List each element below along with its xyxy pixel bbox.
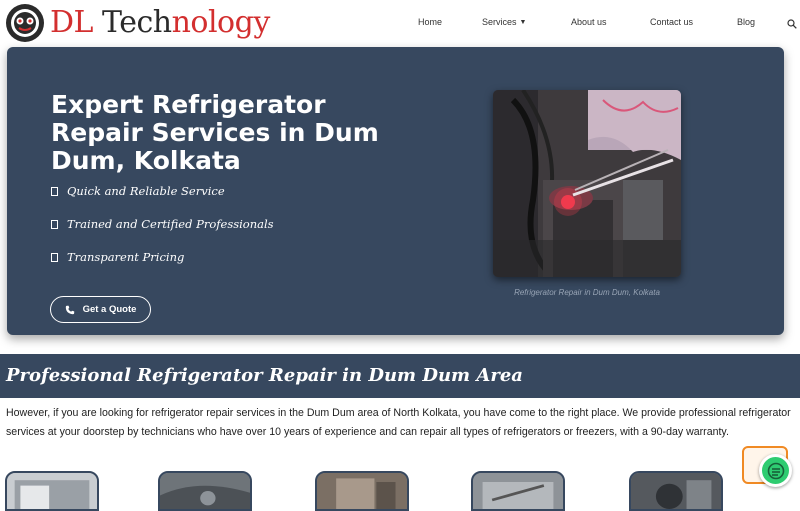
gallery-thumbnail[interactable] [629,471,723,511]
get-quote-button[interactable]: Get a Quote [50,296,151,323]
nav-services[interactable]: Services ▼ [482,17,526,27]
feature-label: Transparent Pricing [67,250,185,264]
feature-label: Quick and Reliable Service [67,184,225,198]
nav-about[interactable]: About us [571,17,607,27]
gallery-thumbnail[interactable] [5,471,99,511]
feature-item: Quick and Reliable Service [51,184,225,198]
brand-part-2: Tech [92,5,172,40]
gallery-thumbnail[interactable] [315,471,409,511]
section-intro-text: However, if you are looking for refriger… [6,407,791,438]
site-header: DL Technology Home Services ▼ About us Co… [0,0,800,46]
get-quote-label: Get a Quote [82,304,137,315]
check-icon [51,220,58,229]
section-title: Professional Refrigerator Repair in Dum … [6,365,523,386]
feature-label: Trained and Certified Professionals [67,217,274,231]
hero-title: Expert Refrigerator Repair Services in D… [51,90,379,175]
gallery-thumbnail[interactable] [471,471,565,511]
chat-icon[interactable] [759,454,792,487]
logo-emblem-icon[interactable] [6,4,44,42]
search-icon[interactable] [787,16,797,29]
chevron-down-icon: ▼ [519,19,527,26]
hero-card: Expert Refrigerator Repair Services in D… [7,47,784,335]
section-header-band: Professional Refrigerator Repair in Dum … [0,354,800,398]
nav-services-label: Services [482,17,517,27]
feature-item: Transparent Pricing [51,250,184,264]
brand-part-3: nology [171,5,271,40]
brand-name[interactable]: DL Technology [50,4,270,42]
feature-item: Trained and Certified Professionals [51,217,274,231]
check-icon [51,253,58,262]
nav-contact[interactable]: Contact us [650,17,693,27]
nav-blog[interactable]: Blog [737,17,755,27]
gallery-thumbnail[interactable] [158,471,252,511]
check-icon [51,187,58,196]
nav-home[interactable]: Home [418,17,442,27]
brand-part-1: DL [50,5,93,40]
photo-caption: Refrigerator Repair in Dum Dum, Kolkata [514,288,660,297]
repair-photo [493,90,681,277]
phone-icon [65,305,74,314]
